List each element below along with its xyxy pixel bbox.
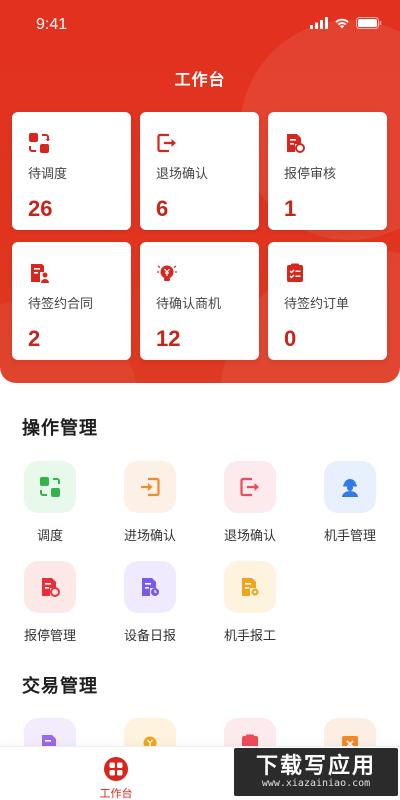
- exit-icon: [224, 461, 276, 513]
- stat-label: 待确认商机: [156, 296, 222, 311]
- swap-icon: [24, 461, 76, 513]
- stat-card-exit-confirm[interactable]: 退场确认 6: [140, 112, 259, 230]
- battery-icon: [356, 16, 382, 34]
- section-title-trade: 交易管理: [22, 676, 98, 696]
- menu-item-equipment-daily[interactable]: 设备日报: [100, 561, 200, 661]
- stat-value: 1: [284, 196, 297, 221]
- stat-card-stop-review[interactable]: 报停审核 1: [268, 112, 387, 230]
- watermark-logo: 下载写应用 www.xiazainiao.com: [234, 748, 398, 796]
- menu-item-operator-report[interactable]: 机手报工: [200, 561, 300, 661]
- tab-workbench[interactable]: 工作台: [96, 757, 136, 800]
- stat-value: 6: [156, 196, 169, 221]
- stat-card-pending-contract[interactable]: 待签约合同 2: [12, 242, 131, 360]
- menu-item-dispatch[interactable]: 调度: [0, 461, 100, 561]
- grid-icon: [104, 757, 128, 781]
- menu-item-trade-4[interactable]: [300, 718, 400, 746]
- signal-icon: [310, 16, 328, 34]
- menu-label: 设备日报: [123, 628, 176, 643]
- contract-user-icon: [28, 262, 50, 284]
- menu-item-trade-3[interactable]: [200, 718, 300, 746]
- worker-icon: [324, 461, 376, 513]
- status-icons: [310, 16, 382, 34]
- document-clock-icon: [124, 561, 176, 613]
- watermark-text: 下载写应用: [255, 753, 376, 778]
- checklist-icon: [224, 718, 276, 746]
- stat-card-pending-opportunity[interactable]: 待确认商机 12: [140, 242, 259, 360]
- stats-grid: 待调度 26 退场确认 6 报停审核 1 待签约合同 2 待确认商机 12 待签…: [12, 112, 388, 360]
- trade-menu: [0, 718, 400, 746]
- stat-value: 0: [284, 326, 297, 351]
- menu-label: 机手管理: [323, 528, 376, 543]
- stat-label: 待调度: [28, 166, 68, 181]
- exit-icon: [156, 132, 178, 154]
- checklist-icon: [284, 262, 306, 284]
- document-stop-icon: [24, 561, 76, 613]
- stat-value: 26: [28, 196, 53, 221]
- document-gear-icon: [224, 561, 276, 613]
- enter-icon: [124, 461, 176, 513]
- stat-label: 待签约订单: [284, 296, 350, 311]
- stat-value: 2: [28, 326, 41, 351]
- tab-bar: 工作台 下载写应用 www.xiazainiao.com: [0, 746, 400, 800]
- menu-item-operator-management[interactable]: 机手管理: [300, 461, 400, 561]
- menu-label: 退场确认: [223, 528, 276, 543]
- menu-label: 机手报工: [223, 628, 276, 643]
- page-title: 工作台: [174, 72, 226, 89]
- stat-value: 12: [156, 326, 181, 351]
- watermark-url: www.xiazainiao.com: [261, 778, 371, 789]
- swap-icon: [28, 132, 50, 154]
- stat-label: 报停审核: [284, 166, 337, 181]
- menu-label: 调度: [36, 528, 63, 543]
- status-time: 9:41: [36, 16, 68, 33]
- stat-label: 退场确认: [156, 166, 209, 181]
- menu-item-trade-1[interactable]: [0, 718, 100, 746]
- header-banner: 9:41 工作台 待调度 26 退场确认 6 报停审核 1 待签约合同 2 待确…: [0, 0, 400, 383]
- lightbulb-yen-icon: [124, 718, 176, 746]
- lightbulb-yen-icon: [156, 262, 178, 284]
- menu-item-exit-confirm[interactable]: 退场确认: [200, 461, 300, 561]
- status-bar: 9:41: [0, 0, 400, 48]
- menu-label: 进场确认: [123, 528, 176, 543]
- menu-item-entry-confirm[interactable]: 进场确认: [100, 461, 200, 561]
- close-box-icon: [324, 718, 376, 746]
- stat-card-pending-dispatch[interactable]: 待调度 26: [12, 112, 131, 230]
- operations-menu: 调度 进场确认 退场确认 机手管理 报停管理 设备日报 机手报工: [0, 461, 400, 661]
- document-review-icon: [284, 132, 306, 154]
- menu-label: 报停管理: [23, 628, 76, 643]
- menu-item-trade-2[interactable]: [100, 718, 200, 746]
- section-title-operations: 操作管理: [22, 418, 98, 438]
- wifi-icon: [334, 16, 350, 34]
- stat-card-pending-order[interactable]: 待签约订单 0: [268, 242, 387, 360]
- tab-label: 工作台: [99, 788, 133, 800]
- menu-item-stop-management[interactable]: 报停管理: [0, 561, 100, 661]
- document-icon: [24, 718, 76, 746]
- stat-label: 待签约合同: [28, 296, 94, 311]
